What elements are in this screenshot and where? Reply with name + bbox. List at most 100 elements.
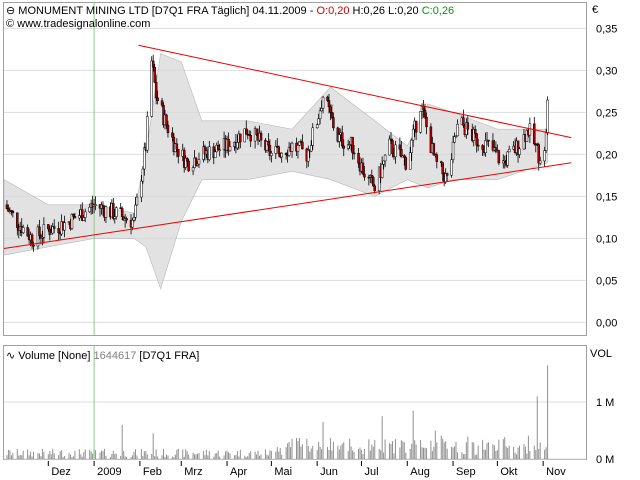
candle-body: [259, 132, 263, 141]
candle-body: [30, 234, 34, 246]
candle-body: [330, 112, 334, 118]
price-y-axis: 0,35 0,30 0,25 0,20 0,15 0,10 0,05 0,00: [596, 23, 617, 329]
candle-body: [228, 146, 232, 152]
price-tick-label: 0,35: [596, 23, 617, 35]
volume-bars: [6, 365, 549, 459]
candle-body: [422, 106, 425, 111]
candle-body: [383, 154, 387, 162]
candle-body: [32, 244, 35, 247]
x-tick-label: Okt: [500, 466, 517, 478]
volume-tick-label: 1 M: [596, 397, 614, 409]
chart-header: ⊖ MONUMENT MINING LTD [D7Q1 FRA Täglich]…: [6, 5, 455, 17]
candle-body: [473, 129, 477, 134]
candle-body: [131, 220, 134, 228]
copyright-icon: ©: [6, 18, 18, 30]
interval-label: Täglich]: [210, 5, 250, 17]
x-tick-label: Aug: [410, 466, 430, 478]
price-tick-label: 0,15: [596, 191, 617, 203]
candle-body: [177, 149, 180, 157]
candle-body: [16, 212, 19, 228]
candle-body: [52, 226, 56, 229]
candle-body: [466, 122, 470, 130]
candle-body: [140, 180, 143, 198]
x-tick-label: Dez: [51, 466, 71, 478]
candle-body: [408, 152, 412, 170]
candle-body: [57, 228, 60, 233]
candle-body: [332, 117, 335, 129]
candle-body: [125, 218, 128, 221]
candle-body: [160, 100, 164, 106]
volume-tick-label: 0 M: [596, 454, 614, 466]
x-axis: Dez 2009 Feb Mrz Apr Mai Jun Jul Aug Sep Okt Nov: [47, 461, 566, 478]
candle-body: [507, 148, 511, 153]
volume-symbol: [D7Q1 FRA]: [139, 350, 200, 362]
candle-body: [546, 99, 549, 134]
candle-body: [26, 227, 29, 237]
x-tick-label: Mai: [274, 466, 292, 478]
candle-body: [277, 146, 281, 154]
candle-body: [38, 226, 41, 236]
candle-body: [141, 168, 145, 182]
candle-body: [255, 128, 258, 136]
candle-body: [352, 152, 356, 155]
candle-body: [150, 60, 153, 117]
candle-body: [191, 167, 195, 172]
candle-body: [441, 162, 444, 175]
candle-body: [83, 211, 87, 218]
candle-body: [165, 114, 168, 126]
candle-body: [307, 149, 310, 162]
candle-body: [104, 206, 108, 218]
candle-body: [538, 160, 542, 164]
x-tick-label: Mrz: [184, 466, 202, 478]
candle-body: [435, 154, 439, 162]
candle-body: [351, 136, 354, 154]
candle-body: [456, 124, 459, 137]
candle-body: [280, 152, 283, 158]
price-tick-label: 0,30: [596, 65, 617, 77]
candle-body: [301, 141, 304, 150]
candle-body: [309, 145, 313, 152]
candle-body: [462, 117, 465, 126]
low-value: L:0,20: [388, 5, 419, 17]
candle-body: [398, 144, 402, 150]
candle-body: [404, 157, 408, 170]
candle-body: [451, 141, 455, 160]
volume-y-axis: 1 M 0 M: [596, 397, 614, 466]
candle-body: [453, 136, 456, 143]
candle-body: [317, 118, 320, 125]
candle-body: [414, 120, 418, 133]
candle-body: [411, 128, 415, 141]
currency-label: €: [592, 4, 599, 16]
candle-body: [372, 177, 375, 187]
volume-unit-label: VOL: [590, 348, 613, 360]
high-value: H:0,26: [352, 5, 385, 17]
candle-body: [321, 96, 325, 109]
candle-body: [327, 100, 331, 108]
candle-body: [518, 148, 521, 155]
candle-body: [342, 145, 345, 149]
candle-body: [187, 160, 190, 172]
candle-body: [63, 222, 66, 231]
x-tick-label: Nov: [546, 466, 566, 478]
candle-body: [143, 147, 146, 170]
candle-body: [373, 185, 377, 192]
candle-body: [245, 128, 248, 135]
x-tick-label: Jul: [364, 466, 378, 478]
candle-body: [296, 145, 300, 152]
candle-body: [391, 140, 394, 155]
candle-body: [533, 123, 536, 145]
candle-body: [112, 203, 115, 219]
candle-body: [544, 132, 548, 151]
candle-body: [213, 151, 217, 159]
candle-body: [388, 138, 391, 156]
candle-body: [270, 153, 273, 156]
candle-body: [528, 123, 532, 136]
candle-body: [487, 139, 490, 142]
quote-date: 04.11.2009: [252, 5, 307, 17]
candle-body: [380, 164, 384, 178]
candle-body: [363, 173, 366, 178]
candle-body: [329, 106, 332, 113]
candle-body: [543, 150, 546, 162]
candle-body: [134, 204, 137, 218]
candle-body: [394, 144, 397, 158]
